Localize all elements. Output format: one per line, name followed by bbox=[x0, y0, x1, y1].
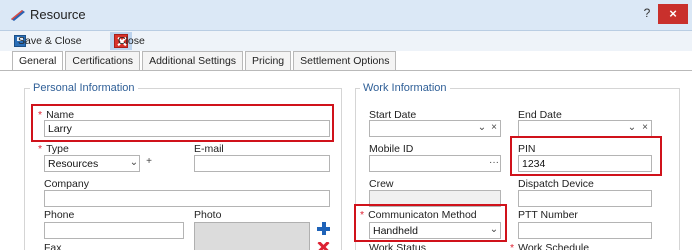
mobile-id-label: Mobile ID bbox=[369, 143, 414, 155]
remove-photo-icon[interactable] bbox=[317, 242, 330, 250]
start-date-chevron-down-icon[interactable]: ⌄ bbox=[476, 122, 488, 135]
toolbar: Save & Close Close bbox=[0, 31, 692, 51]
type-label: * Type bbox=[38, 143, 69, 155]
name-highlight bbox=[31, 104, 334, 142]
tab-pricing[interactable]: Pricing bbox=[245, 51, 292, 70]
close-button[interactable]: Close bbox=[110, 32, 145, 50]
work-schedule-label: * Work Schedule bbox=[510, 242, 590, 250]
type-select[interactable]: Resources bbox=[44, 155, 140, 172]
tab-general[interactable]: General bbox=[12, 51, 64, 71]
work-information-title: Work Information bbox=[360, 82, 450, 94]
title-bar: Resource ? × bbox=[0, 0, 692, 31]
mobile-id-browse-icon[interactable]: ··· bbox=[487, 157, 501, 170]
close-label: Close bbox=[118, 35, 145, 47]
pin-highlight bbox=[510, 136, 662, 176]
type-chevron-down-icon[interactable]: ⌄ bbox=[128, 157, 140, 170]
work-status-label: Work Status bbox=[369, 242, 426, 250]
photo-box[interactable] bbox=[194, 222, 310, 250]
end-date-chevron-down-icon[interactable]: ⌄ bbox=[626, 122, 638, 135]
type-add-icon[interactable]: + bbox=[143, 156, 155, 169]
phone-label: Phone bbox=[44, 209, 75, 221]
ptt-number-label: PTT Number bbox=[518, 209, 578, 221]
communication-method-highlight bbox=[354, 204, 507, 242]
add-photo-icon[interactable] bbox=[317, 222, 330, 235]
save-close-label: Save & Close bbox=[18, 35, 82, 47]
dispatch-device-label: Dispatch Device bbox=[518, 178, 594, 190]
fax-label: Fax bbox=[44, 242, 62, 250]
tab-divider bbox=[0, 70, 692, 71]
tab-certifications[interactable]: Certifications bbox=[65, 51, 141, 70]
phone-input[interactable] bbox=[44, 222, 184, 239]
dispatch-device-input[interactable] bbox=[518, 190, 652, 207]
end-date-clear-icon[interactable]: × bbox=[639, 122, 651, 135]
company-label: Company bbox=[44, 178, 89, 190]
company-input[interactable] bbox=[44, 190, 330, 207]
start-date-clear-icon[interactable]: × bbox=[488, 122, 500, 135]
tab-settlement-options[interactable]: Settlement Options bbox=[293, 51, 397, 70]
tab-additional-settings[interactable]: Additional Settings bbox=[142, 51, 244, 70]
crew-label: Crew bbox=[369, 178, 394, 190]
tab-strip: General Certifications Additional Settin… bbox=[12, 51, 398, 71]
mobile-id-input[interactable] bbox=[369, 155, 501, 172]
app-icon bbox=[11, 10, 25, 21]
ptt-number-input[interactable] bbox=[518, 222, 652, 239]
window-title: Resource bbox=[30, 7, 86, 22]
email-input[interactable] bbox=[194, 155, 330, 172]
personal-information-title: Personal Information bbox=[30, 82, 138, 94]
save-close-button[interactable]: Save & Close bbox=[14, 33, 82, 49]
email-label: E-mail bbox=[194, 143, 224, 155]
window-close-button[interactable]: × bbox=[658, 4, 688, 24]
photo-label: Photo bbox=[194, 209, 222, 221]
help-button[interactable]: ? bbox=[640, 6, 654, 24]
